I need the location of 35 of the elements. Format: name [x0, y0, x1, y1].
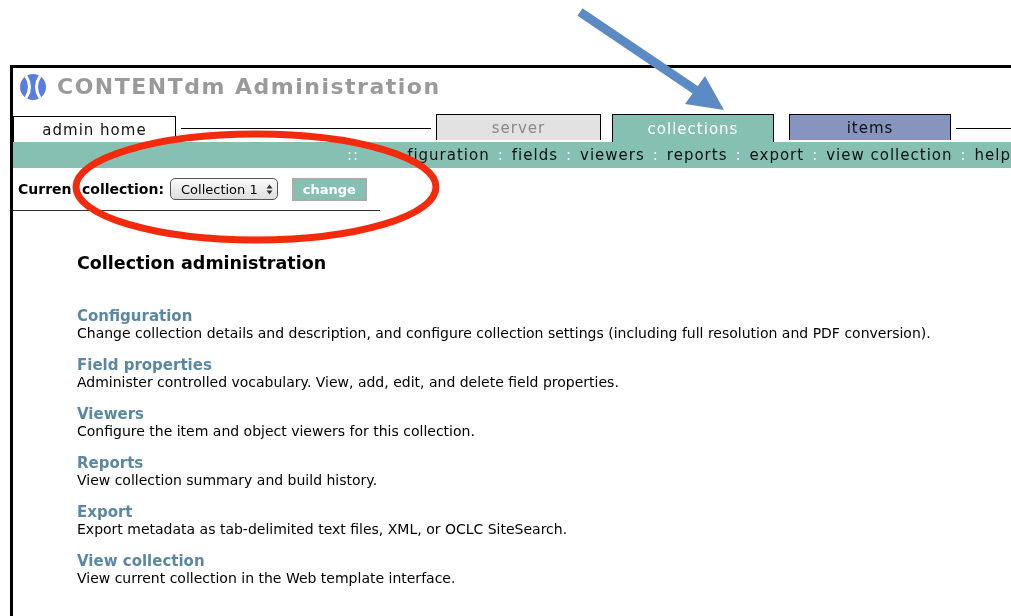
section-link[interactable]: View collection: [77, 552, 205, 570]
section-link[interactable]: Configuration: [77, 307, 193, 325]
tab[interactable]: items: [789, 114, 951, 140]
section-description: Export metadata as tab-delimited text files, XML, or OCLC SiteSearch.: [77, 521, 569, 537]
stepper-icon: [265, 183, 273, 195]
section-link[interactable]: Viewers: [77, 405, 145, 423]
tab[interactable]: admin home: [13, 116, 176, 142]
nav-link[interactable]: export: [749, 146, 805, 164]
field-label: Curren: [18, 181, 70, 197]
nav-separator: :: [735, 146, 742, 164]
nav-separator: :: [652, 146, 659, 164]
section-link[interactable]: Field properties: [77, 356, 212, 374]
nav-separator: ::: [347, 146, 360, 164]
logo-icon: [19, 72, 47, 101]
app-title: CONTENTdm Administration: [57, 74, 441, 99]
section-description: Configure the item and object viewers for this collection.: [77, 423, 476, 439]
section-description: View collection summary and build history.: [77, 472, 379, 488]
nav-link[interactable]: viewers: [580, 146, 645, 164]
section-description: View current collection in the Web template interface.: [77, 570, 457, 586]
nav-separator: :: [812, 146, 819, 164]
nav-link[interactable]: fields: [511, 146, 558, 164]
collection-select[interactable]: Collection 1: [170, 178, 278, 200]
nav-separator: :: [497, 146, 504, 164]
nav-separator: :: [960, 146, 967, 164]
page-heading: Collection administration: [77, 253, 328, 273]
section-description: Change collection details and description, and configure collection settings (including full resolution and PDF conversion).: [77, 325, 932, 341]
nav-link[interactable]: help: [974, 146, 1011, 164]
section-link[interactable]: Reports: [77, 454, 144, 472]
nav-link[interactable]: view collection: [826, 146, 953, 164]
section-description: Administer controlled vocabulary. View, add, edit, and delete field properties.: [77, 374, 620, 390]
nav-link[interactable]: figuration: [407, 146, 490, 164]
nav-separator: :: [565, 146, 573, 164]
nav-link[interactable]: reports: [666, 146, 728, 164]
section-link[interactable]: Export: [77, 503, 133, 521]
field-label: collection:: [82, 181, 164, 197]
